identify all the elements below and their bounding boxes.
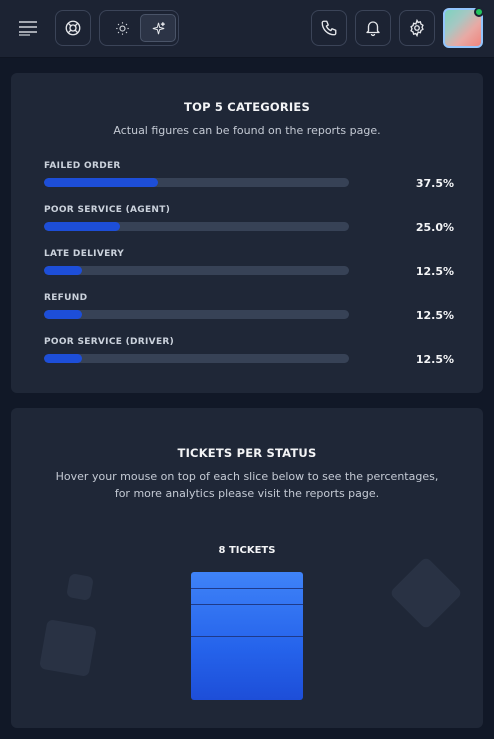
top-bar: [0, 0, 494, 58]
category-bar-fill: [44, 222, 121, 231]
category-label: FAILED ORDER: [44, 161, 121, 171]
category-bar-fill: [44, 266, 83, 275]
notifications-button[interactable]: [355, 10, 391, 46]
decorative-shape: [66, 573, 94, 601]
lifebuoy-icon: [65, 20, 81, 36]
card-subtitle: Actual figures can be found on the repor…: [113, 124, 381, 137]
support-button[interactable]: [55, 10, 91, 46]
category-percent: 37.5%: [415, 177, 454, 190]
menu-icon: [19, 21, 37, 36]
category-percent: 12.5%: [415, 265, 454, 278]
category-label: LATE DELIVERY: [44, 249, 125, 259]
category-label: REFUND: [44, 293, 88, 303]
category-row: POOR SERVICE (DRIVER) 12.5%: [44, 337, 454, 377]
category-row: FAILED ORDER 37.5%: [44, 161, 454, 201]
status-slice[interactable]: [191, 572, 303, 588]
decorative-shape: [389, 556, 463, 630]
card-subtitle-line: for more analytics please visit the repo…: [114, 487, 380, 500]
sparkles-icon: [152, 21, 165, 34]
online-status-dot: [474, 7, 484, 17]
sun-icon: [115, 21, 129, 35]
user-avatar[interactable]: [443, 7, 484, 48]
category-bar-fill: [44, 354, 83, 363]
card-title: TICKETS PER STATUS: [177, 446, 317, 460]
category-percent: 12.5%: [415, 309, 454, 322]
category-row: POOR SERVICE (AGENT) 25.0%: [44, 205, 454, 245]
category-bar-track: [44, 266, 349, 275]
dark-theme-button[interactable]: [140, 14, 176, 42]
total-tickets-label: 8 TICKETS: [218, 545, 276, 556]
category-bar-track: [44, 178, 349, 187]
gear-icon: [410, 19, 424, 37]
status-slice[interactable]: [191, 604, 303, 636]
card-title: TOP 5 CATEGORIES: [184, 100, 310, 114]
category-bar-fill: [44, 310, 83, 319]
top-categories-card: TOP 5 CATEGORIES Actual figures can be f…: [11, 73, 483, 393]
category-bar-track: [44, 222, 349, 231]
menu-button[interactable]: [14, 14, 42, 42]
category-bar-track: [44, 354, 349, 363]
category-label: POOR SERVICE (DRIVER): [44, 337, 175, 347]
phone-icon: [321, 20, 337, 36]
card-subtitle-line: Hover your mouse on top of each slice be…: [55, 470, 439, 483]
category-percent: 12.5%: [415, 353, 454, 366]
category-label: POOR SERVICE (AGENT): [44, 205, 171, 215]
light-theme-button[interactable]: [104, 14, 140, 42]
status-slice[interactable]: [191, 636, 303, 700]
status-stacked-bar[interactable]: [191, 572, 303, 700]
call-button[interactable]: [311, 10, 347, 46]
category-row: LATE DELIVERY 12.5%: [44, 249, 454, 289]
tickets-per-status-card: TICKETS PER STATUS Hover your mouse on t…: [11, 408, 483, 728]
category-bar-fill: [44, 178, 159, 187]
category-percent: 25.0%: [415, 221, 454, 234]
status-slice[interactable]: [191, 588, 303, 604]
category-row: REFUND 12.5%: [44, 293, 454, 333]
settings-button[interactable]: [399, 10, 435, 46]
decorative-shape: [39, 619, 97, 677]
category-bar-track: [44, 310, 349, 319]
theme-switcher: [99, 10, 179, 46]
bell-icon: [366, 21, 380, 37]
